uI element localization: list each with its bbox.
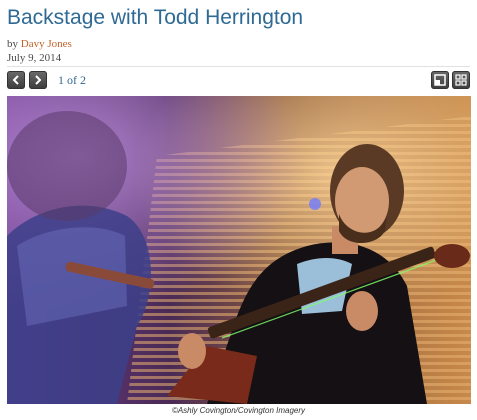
author-link[interactable]: Davy Jones <box>21 38 72 50</box>
byline: by Davy Jones <box>7 38 72 50</box>
next-button[interactable] <box>29 71 47 89</box>
grid-icon <box>455 74 467 86</box>
expand-icon <box>434 74 446 86</box>
byline-prefix: by <box>7 38 18 50</box>
previous-button[interactable] <box>7 71 25 89</box>
fullscreen-button[interactable] <box>431 71 449 89</box>
thumbnails-button[interactable] <box>452 71 470 89</box>
divider <box>7 66 470 67</box>
article-title: Backstage with Todd Herrington <box>7 6 304 29</box>
slide-counter: 1 of 2 <box>58 73 86 87</box>
concert-photo-image <box>7 96 471 404</box>
gallery-photo[interactable] <box>7 96 471 404</box>
publish-date: July 9, 2014 <box>7 52 62 64</box>
chevron-left-icon <box>12 75 19 85</box>
chevron-right-icon <box>35 75 42 85</box>
photo-credit: ©Ashly Covington/Covington Imagery <box>171 406 306 415</box>
